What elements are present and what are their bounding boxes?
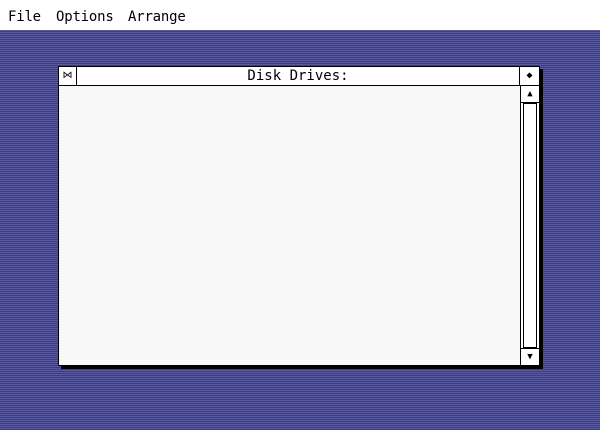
fuller-icon[interactable]: ◆ bbox=[519, 67, 539, 85]
window-title: Disk Drives: bbox=[247, 68, 349, 84]
menu-bar: File Options Arrange bbox=[0, 0, 600, 30]
menu-options[interactable]: Options bbox=[56, 8, 114, 26]
scroll-up-icon[interactable]: ▲ bbox=[521, 86, 539, 103]
disk-drives-window: ⋈ Disk Drives: ◆ ▲ ▼ bbox=[58, 66, 540, 366]
scroll-thumb[interactable] bbox=[523, 103, 537, 348]
close-icon[interactable]: ⋈ bbox=[59, 67, 77, 85]
window-content[interactable] bbox=[59, 86, 520, 365]
menu-arrange[interactable]: Arrange bbox=[128, 8, 186, 26]
menu-file[interactable]: File bbox=[8, 8, 41, 26]
vertical-scrollbar[interactable]: ▲ ▼ bbox=[520, 86, 539, 365]
title-bar[interactable]: ⋈ Disk Drives: ◆ bbox=[59, 67, 539, 86]
scroll-track[interactable] bbox=[521, 103, 539, 348]
scroll-down-icon[interactable]: ▼ bbox=[521, 348, 539, 365]
